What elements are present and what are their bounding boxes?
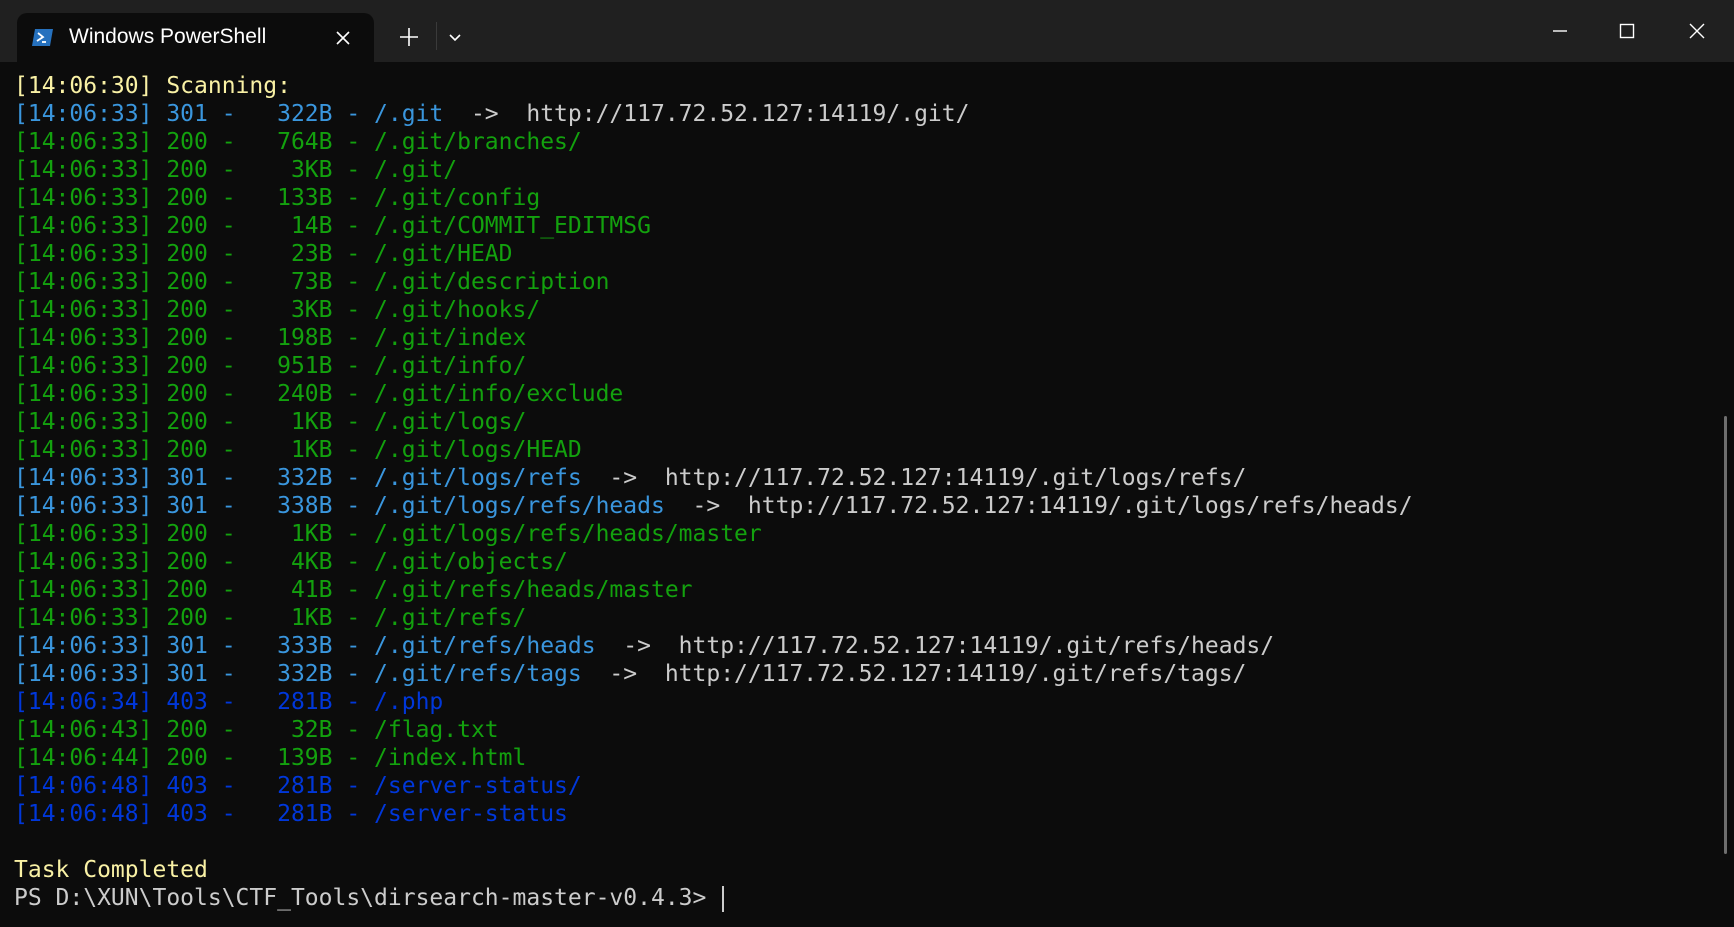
new-tab-button[interactable] [390, 22, 428, 52]
terminal-line-text: Task Completed [14, 857, 208, 883]
terminal-line: [14:06:33] 200 - 73B - /.git/description [14, 268, 1413, 296]
terminal-line-text: [14:06:33] 200 - 73B - /.git/description [14, 269, 610, 295]
terminal-line-text: [14:06:48] 403 - 281B - /server-status/ [14, 773, 582, 799]
terminal-line: [14:06:33] 200 - 1KB - /.git/logs/refs/h… [14, 520, 1413, 548]
terminal-line: [14:06:33] 301 - 332B - /.git/refs/tags … [14, 660, 1413, 688]
minimize-icon [1553, 30, 1567, 32]
tab-dropdown-button[interactable] [440, 22, 470, 52]
close-window-button[interactable] [1664, 0, 1730, 62]
terminal-line-text: [14:06:33] 200 - 133B - /.git/config [14, 185, 541, 211]
redirect-target: -> http://117.72.52.127:14119/.git/logs/… [581, 465, 1247, 491]
terminal-line-text: [14:06:33] 200 - 1KB - /.git/logs/ [14, 409, 527, 435]
terminal-line-text: [14:06:33] 200 - 41B - /.git/refs/heads/… [14, 577, 693, 603]
minimize-button[interactable] [1527, 0, 1593, 62]
terminal-line-text: [14:06:33] 200 - 198B - /.git/index [14, 325, 527, 351]
terminal-line: [14:06:34] 403 - 281B - /.php [14, 688, 1413, 716]
terminal-line: [14:06:48] 403 - 281B - /server-status [14, 800, 1413, 828]
terminal-line-text: [14:06:33] 301 - 338B - /.git/logs/refs/… [14, 493, 665, 519]
terminal-line-text: [14:06:33] 301 - 332B - /.git/refs/tags [14, 661, 582, 687]
maximize-icon [1619, 23, 1635, 39]
prompt-line[interactable]: PS D:\XUN\Tools\CTF_Tools\dirsearch-mast… [14, 884, 1413, 912]
terminal-line: [14:06:33] 301 - 333B - /.git/refs/heads… [14, 632, 1413, 660]
plus-icon [400, 28, 418, 46]
powershell-icon [31, 26, 54, 49]
terminal-line: [14:06:33] 200 - 14B - /.git/COMMIT_EDIT… [14, 212, 1413, 240]
terminal-line: [14:06:44] 200 - 139B - /index.html [14, 744, 1413, 772]
redirect-target: -> http://117.72.52.127:14119/.git/logs/… [664, 493, 1413, 519]
terminal-line: [14:06:33] 200 - 23B - /.git/HEAD [14, 240, 1413, 268]
terminal-line-text: [14:06:33] 200 - 951B - /.git/info/ [14, 353, 527, 379]
terminal-line-text: [14:06:33] 200 - 3KB - /.git/ [14, 157, 458, 183]
tab-windows-powershell[interactable]: Windows PowerShell [17, 13, 374, 62]
terminal-line-text: [14:06:48] 403 - 281B - /server-status [14, 801, 568, 827]
redirect-target: -> http://117.72.52.127:14119/.git/refs/… [595, 633, 1275, 659]
terminal-line: [14:06:33] 200 - 1KB - /.git/logs/HEAD [14, 436, 1413, 464]
terminal-line-text: [14:06:30] Scanning: [14, 73, 291, 99]
terminal-line: [14:06:33] 200 - 240B - /.git/info/exclu… [14, 380, 1413, 408]
terminal-line: [14:06:33] 301 - 322B - /.git -> http://… [14, 100, 1413, 128]
terminal-line-text: [14:06:33] 200 - 764B - /.git/branches/ [14, 129, 582, 155]
terminal-line-text: [14:06:33] 200 - 1KB - /.git/refs/ [14, 605, 527, 631]
scrollbar-thumb[interactable] [1724, 416, 1727, 854]
terminal-line-text: [14:06:34] 403 - 281B - /.php [14, 689, 444, 715]
terminal-line: [14:06:33] 200 - 3KB - /.git/ [14, 156, 1413, 184]
terminal-line: [14:06:33] 301 - 338B - /.git/logs/refs/… [14, 492, 1413, 520]
terminal-line-text: [14:06:33] 200 - 1KB - /.git/logs/refs/h… [14, 521, 762, 547]
prompt-text: PS D:\XUN\Tools\CTF_Tools\dirsearch-mast… [14, 885, 721, 911]
close-icon [1689, 23, 1705, 39]
terminal-line: [14:06:33] 200 - 133B - /.git/config [14, 184, 1413, 212]
terminal-line-text: [14:06:33] 200 - 14B - /.git/COMMIT_EDIT… [14, 213, 651, 239]
terminal-line: [14:06:33] 200 - 41B - /.git/refs/heads/… [14, 576, 1413, 604]
terminal-line-text: [14:06:33] 301 - 333B - /.git/refs/heads [14, 633, 596, 659]
terminal-line: [14:06:33] 200 - 951B - /.git/info/ [14, 352, 1413, 380]
close-tab-icon[interactable] [331, 26, 355, 50]
terminal-line-text: [14:06:33] 200 - 1KB - /.git/logs/HEAD [14, 437, 582, 463]
chevron-down-icon [449, 34, 461, 42]
tab-divider [436, 22, 437, 50]
terminal-line-text: [14:06:44] 200 - 139B - /index.html [14, 745, 527, 771]
maximize-button[interactable] [1594, 0, 1660, 62]
terminal-line-text: [14:06:33] 200 - 23B - /.git/HEAD [14, 241, 513, 267]
terminal-line: Task Completed [14, 856, 1413, 884]
terminal-line: [14:06:33] 200 - 3KB - /.git/hooks/ [14, 296, 1413, 324]
terminal-line: [14:06:33] 200 - 1KB - /.git/logs/ [14, 408, 1413, 436]
terminal-line-text: [14:06:33] 200 - 3KB - /.git/hooks/ [14, 297, 541, 323]
terminal-line-text: [14:06:33] 301 - 322B - /.git [14, 101, 444, 127]
tab-title: Windows PowerShell [69, 25, 267, 48]
title-bar[interactable]: Windows PowerShell [0, 0, 1734, 62]
terminal-line: [14:06:33] 200 - 764B - /.git/branches/ [14, 128, 1413, 156]
powershell-window: Windows PowerShell [14:06:30] Scanning: … [0, 0, 1734, 927]
terminal-lines: [14:06:30] Scanning: [14:06:33] 301 - 322… [14, 72, 1413, 912]
redirect-target: -> http://117.72.52.127:14119/.git/refs/… [581, 661, 1247, 687]
terminal-line: [14:06:33] 200 - 4KB - /.git/objects/ [14, 548, 1413, 576]
terminal-line: [14:06:33] 301 - 332B - /.git/logs/refs … [14, 464, 1413, 492]
terminal-line: [14:06:48] 403 - 281B - /server-status/ [14, 772, 1413, 800]
text-cursor [722, 885, 725, 912]
terminal-line-text: [14:06:33] 200 - 4KB - /.git/objects/ [14, 549, 568, 575]
redirect-target: -> http://117.72.52.127:14119/.git/ [443, 101, 970, 127]
terminal-line-text: [14:06:43] 200 - 32B - /flag.txt [14, 717, 499, 743]
terminal-line: [14:06:30] Scanning: [14, 72, 1413, 100]
terminal-line: [14:06:33] 200 - 1KB - /.git/refs/ [14, 604, 1413, 632]
terminal-line: [14:06:43] 200 - 32B - /flag.txt [14, 716, 1413, 744]
terminal-line: [14:06:33] 200 - 198B - /.git/index [14, 324, 1413, 352]
terminal-line-text: [14:06:33] 200 - 240B - /.git/info/exclu… [14, 381, 624, 407]
terminal-output[interactable]: [14:06:30] Scanning: [14:06:33] 301 - 322… [0, 62, 1734, 927]
terminal-line-text: [14:06:33] 301 - 332B - /.git/logs/refs [14, 465, 582, 491]
